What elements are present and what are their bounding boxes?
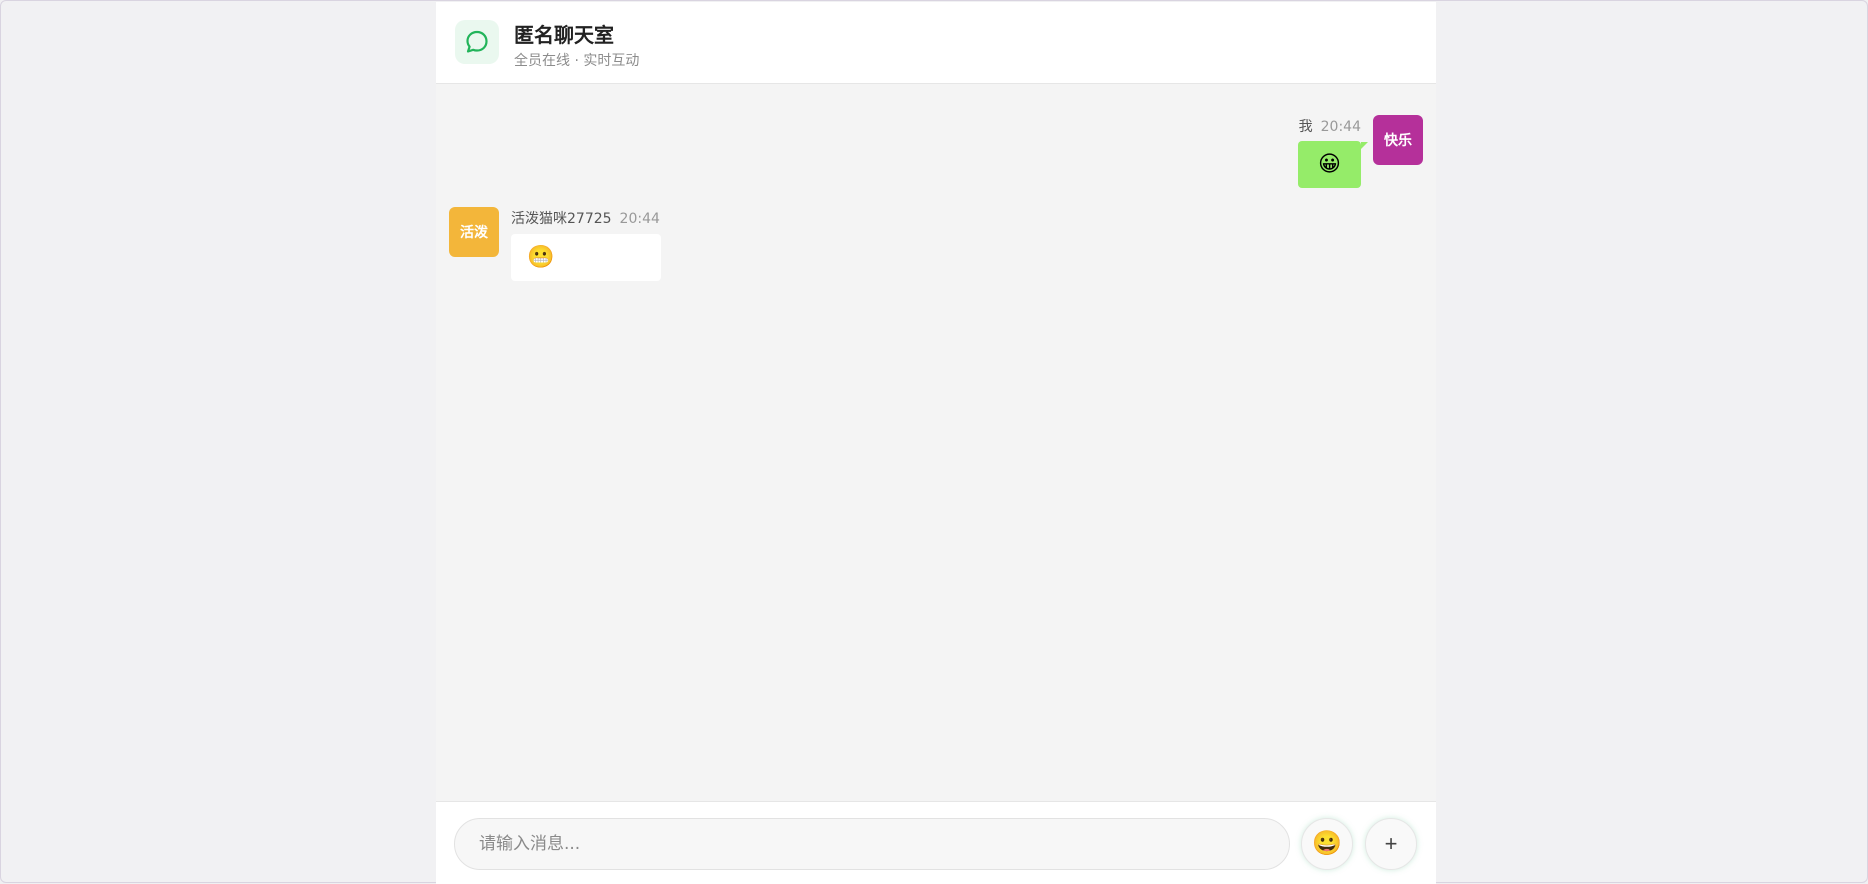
plus-icon: + (1384, 831, 1398, 856)
smiley-icon: 😀 (1312, 830, 1342, 857)
message-meta: 活泼猫咪27725 20:44 (511, 208, 660, 228)
message-row-other: 活泼 活泼猫咪27725 20:44 😬 (436, 2, 1436, 302)
chat-panel: 匿名聊天室 全员在线 · 实时互动 我 20:44 快乐 😀 活泼 活泼猫咪277… (436, 2, 1436, 884)
emoji-grimacing: 😬 (527, 244, 555, 270)
sender-name: 活泼猫咪27725 (511, 211, 612, 227)
message-bubble[interactable]: 😬 (511, 234, 661, 281)
avatar[interactable]: 活泼 (449, 207, 499, 257)
app-window: 匿名聊天室 全员在线 · 实时互动 我 20:44 快乐 😀 活泼 活泼猫咪277… (0, 0, 1868, 884)
message-input[interactable] (454, 818, 1290, 870)
emoji-button[interactable]: 😀 (1301, 818, 1353, 870)
plus-button[interactable]: + (1365, 818, 1417, 870)
message-time: 20:44 (619, 211, 660, 227)
input-bar: 😀 + (436, 801, 1436, 884)
